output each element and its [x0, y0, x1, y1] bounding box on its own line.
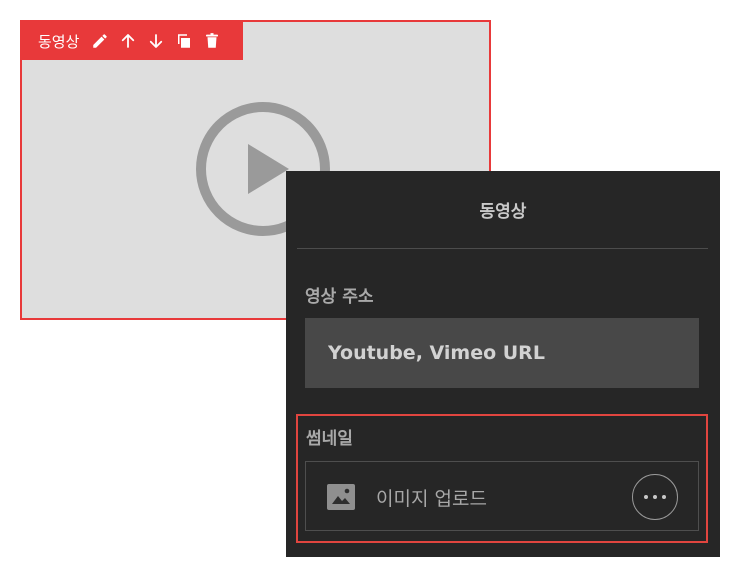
pencil-icon[interactable] — [91, 32, 109, 50]
panel-title: 동영상 — [479, 202, 527, 222]
block-toolbar: 동영상 — [22, 22, 243, 60]
block-type-label: 동영상 — [38, 32, 80, 51]
image-upload-field[interactable]: 이미지 업로드 — [305, 461, 699, 531]
more-icon[interactable] — [632, 474, 678, 520]
thumbnail-label: 썸네일 — [306, 429, 353, 449]
upload-text: 이미지 업로드 — [376, 488, 487, 510]
video-settings-panel: 동영상 영상 주소 썸네일 이미지 업로드 — [286, 171, 720, 557]
thumbnail-section: 썸네일 이미지 업로드 — [296, 414, 708, 543]
copy-icon[interactable] — [175, 32, 193, 50]
divider — [297, 248, 708, 249]
video-url-input[interactable] — [305, 318, 699, 388]
trash-icon[interactable] — [203, 32, 221, 50]
image-icon — [327, 484, 355, 510]
arrow-up-icon[interactable] — [119, 32, 137, 50]
arrow-down-icon[interactable] — [147, 32, 165, 50]
video-url-label: 영상 주소 — [305, 287, 374, 307]
